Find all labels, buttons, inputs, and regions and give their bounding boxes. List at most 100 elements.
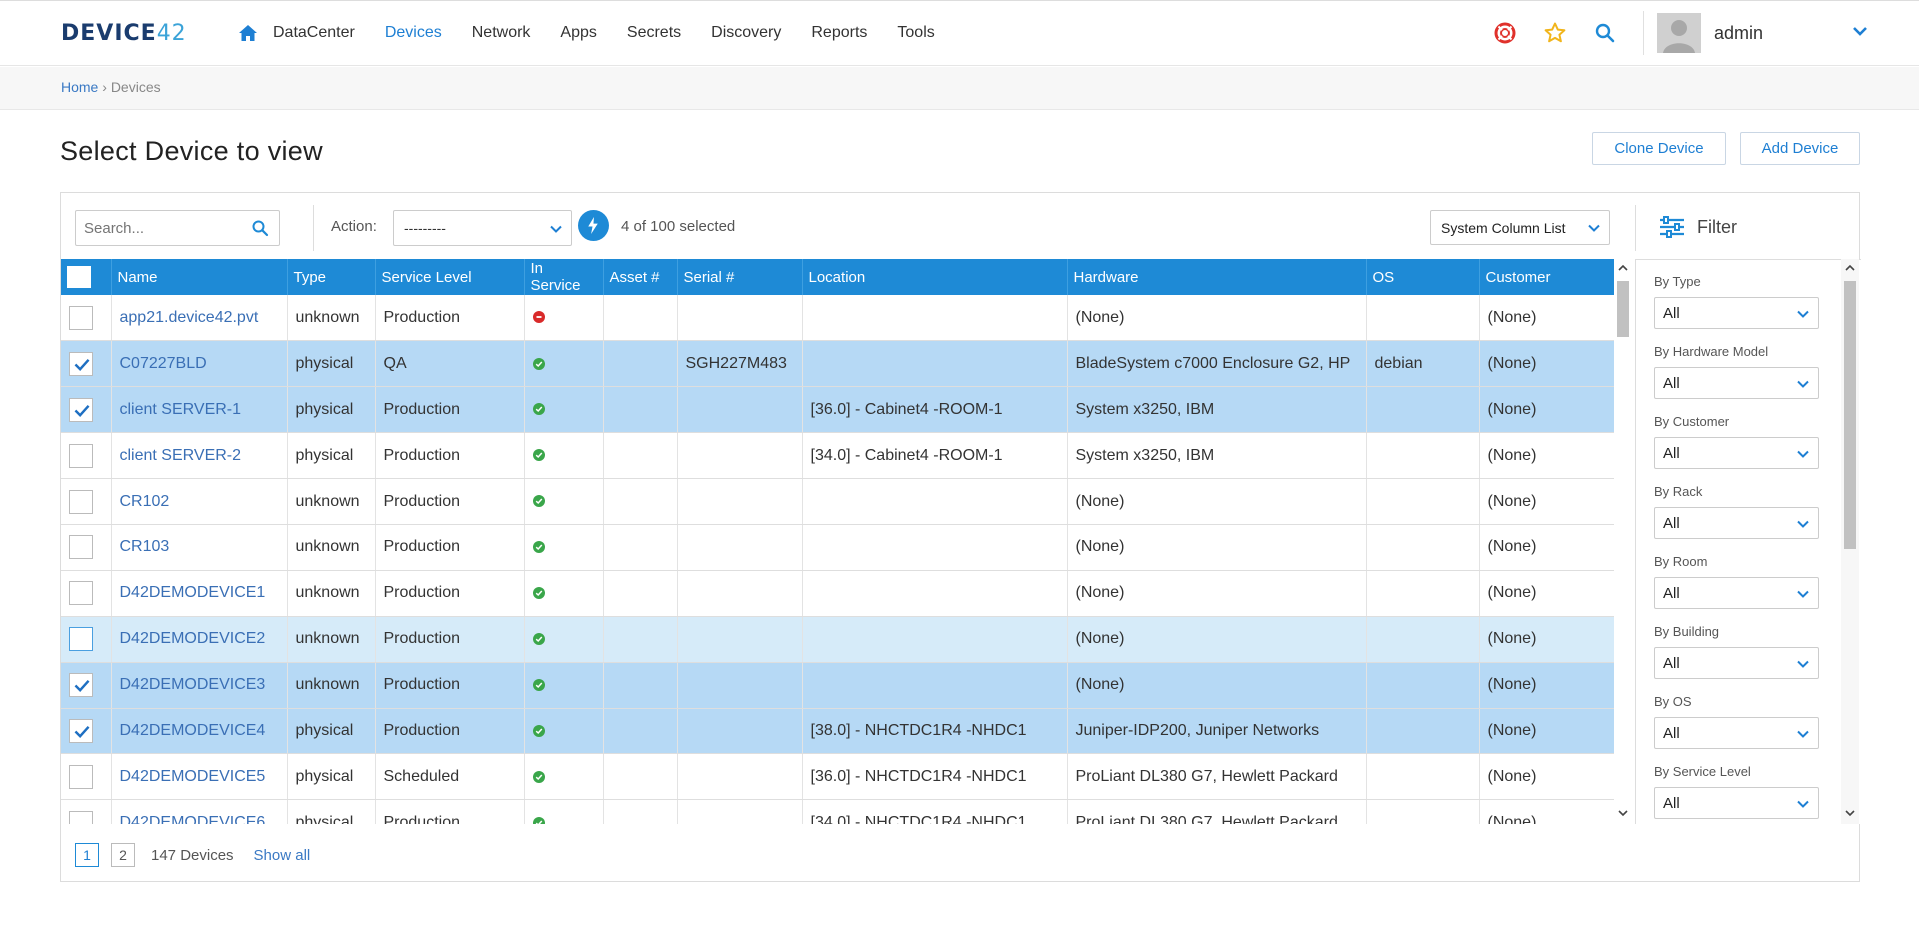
row-checkbox[interactable]	[69, 581, 93, 606]
table-row[interactable]: D42DEMODEVICE2 unknown Production (None) (No…	[61, 616, 1614, 663]
row-checkbox[interactable]	[69, 627, 93, 652]
filter-select[interactable]: All	[1654, 787, 1819, 819]
row-checkbox[interactable]	[69, 535, 93, 560]
column-header[interactable]: Asset #	[603, 259, 678, 295]
column-header[interactable]: Location	[802, 259, 1068, 295]
scroll-down-icon[interactable]	[1617, 807, 1629, 819]
column-header[interactable]: In Service	[524, 259, 604, 295]
device-name-link[interactable]: D42DEMODEVICE4	[111, 708, 288, 755]
row-checkbox[interactable]	[69, 305, 93, 330]
page-button[interactable]: 2	[111, 843, 135, 867]
column-header[interactable]: Customer	[1479, 259, 1614, 295]
avatar[interactable]	[1657, 13, 1701, 53]
device42-logo[interactable]: DEVICE42	[61, 21, 187, 46]
device-name-link[interactable]: D42DEMODEVICE3	[111, 662, 288, 709]
table-row[interactable]: client SERVER-1 physical Production [36.0] …	[61, 386, 1614, 434]
row-checkbox[interactable]	[69, 718, 93, 743]
device-name-link[interactable]: app21.device42.pvt	[111, 295, 288, 342]
column-header[interactable]: Hardware	[1067, 259, 1367, 295]
nav-devices[interactable]: Devices	[385, 24, 442, 42]
column-list-select[interactable]: System Column List	[1430, 210, 1610, 245]
device-name-link[interactable]: C07227BLD	[111, 340, 288, 388]
device-name-link[interactable]: D42DEMODEVICE6	[111, 799, 288, 824]
table-scroll-thumb[interactable]	[1617, 281, 1629, 337]
table-row[interactable]: C07227BLD physical QA SGH227M483 BladeSystem…	[61, 340, 1614, 388]
clone-device-button[interactable]: Clone Device	[1592, 132, 1726, 165]
search-input[interactable]	[75, 210, 280, 246]
search-icon[interactable]	[251, 219, 269, 237]
nav-datacenter[interactable]: DataCenter	[273, 24, 355, 42]
table-row[interactable]: D42DEMODEVICE3 unknown Production (None) (No…	[61, 662, 1614, 709]
column-header[interactable]: Serial #	[677, 259, 803, 295]
column-header[interactable]: Type	[287, 259, 376, 295]
username[interactable]: admin	[1714, 23, 1763, 44]
nav-network[interactable]: Network	[472, 24, 531, 42]
device-name-link[interactable]: client SERVER-1	[111, 386, 288, 434]
table-row[interactable]: CR102 unknown Production (None) (None)	[61, 478, 1614, 525]
device-name-link[interactable]: D42DEMODEVICE1	[111, 570, 288, 617]
action-select[interactable]: ---------	[393, 210, 572, 246]
row-checkbox[interactable]	[69, 397, 93, 422]
type-cell: physical	[287, 386, 376, 434]
filter-select[interactable]: All	[1654, 367, 1819, 399]
nav-secrets[interactable]: Secrets	[627, 24, 681, 42]
filter-select[interactable]: All	[1654, 437, 1819, 469]
device-name-link[interactable]: CR102	[111, 478, 288, 525]
nav-reports[interactable]: Reports	[811, 24, 867, 42]
help-lifebuoy-icon[interactable]	[1493, 21, 1517, 45]
asset-cell	[603, 432, 678, 480]
filter-scroll-thumb[interactable]	[1844, 281, 1856, 549]
chevron-down-icon[interactable]	[1851, 22, 1869, 40]
filter-group: By OS All	[1654, 694, 1819, 749]
nav-discovery[interactable]: Discovery	[711, 24, 781, 42]
column-header[interactable]: Service Level	[375, 259, 525, 295]
row-checkbox[interactable]	[69, 351, 93, 376]
scroll-down-icon[interactable]	[1844, 807, 1856, 819]
page-button[interactable]: 1	[75, 843, 99, 867]
table-scrollbar[interactable]	[1614, 259, 1632, 824]
hardware-cell: ProLiant DL380 G7, Hewlett Packard	[1067, 799, 1367, 824]
device-name-link[interactable]: D42DEMODEVICE5	[111, 753, 288, 801]
device-name-link[interactable]: CR103	[111, 524, 288, 571]
filter-select[interactable]: All	[1654, 647, 1819, 679]
filter-select[interactable]: All	[1654, 507, 1819, 539]
table-row[interactable]: client SERVER-2 physical Production [34.0] …	[61, 432, 1614, 480]
filter-scrollbar[interactable]	[1841, 259, 1859, 824]
nav-tools[interactable]: Tools	[897, 24, 934, 42]
table-row[interactable]: D42DEMODEVICE6 physical Production [34.0] -…	[61, 799, 1614, 824]
scroll-up-icon[interactable]	[1617, 262, 1629, 274]
filter-group: By Hardware Model All	[1654, 344, 1819, 399]
table-row[interactable]: D42DEMODEVICE5 physical Scheduled [36.0] - …	[61, 753, 1614, 801]
row-checkbox[interactable]	[69, 673, 93, 698]
in-service-cell	[524, 799, 604, 824]
filter-select[interactable]: All	[1654, 297, 1819, 329]
table-row[interactable]: D42DEMODEVICE1 unknown Production (None) (No…	[61, 570, 1614, 617]
row-select-cell	[61, 295, 112, 342]
breadcrumb-home[interactable]: Home	[61, 79, 98, 95]
show-all-link[interactable]: Show all	[254, 847, 311, 864]
filter-select[interactable]: All	[1654, 717, 1819, 749]
asset-cell	[603, 478, 678, 525]
select-all-checkbox[interactable]	[67, 266, 91, 288]
row-checkbox[interactable]	[69, 443, 93, 468]
row-checkbox[interactable]	[69, 489, 93, 514]
column-header[interactable]: Name	[111, 259, 288, 295]
column-header[interactable]: OS	[1366, 259, 1480, 295]
run-action-button[interactable]	[578, 210, 609, 241]
home-icon[interactable]	[238, 23, 258, 43]
filter-select[interactable]: All	[1654, 577, 1819, 609]
table-row[interactable]: CR103 unknown Production (None) (None)	[61, 524, 1614, 571]
device-name-link[interactable]: client SERVER-2	[111, 432, 288, 480]
add-device-button[interactable]: Add Device	[1740, 132, 1860, 165]
filter-toggle[interactable]: Filter	[1659, 216, 1737, 238]
table-row[interactable]: D42DEMODEVICE4 physical Production [38.0] -…	[61, 708, 1614, 755]
nav-apps[interactable]: Apps	[560, 24, 596, 42]
table-row[interactable]: app21.device42.pvt unknown Production (None…	[61, 295, 1614, 342]
filter-value: All	[1663, 305, 1680, 322]
row-checkbox[interactable]	[69, 810, 93, 824]
device-name-link[interactable]: D42DEMODEVICE2	[111, 616, 288, 663]
search-icon[interactable]	[1593, 21, 1617, 45]
scroll-up-icon[interactable]	[1844, 262, 1856, 274]
star-icon[interactable]	[1543, 21, 1567, 45]
row-checkbox[interactable]	[69, 764, 93, 789]
